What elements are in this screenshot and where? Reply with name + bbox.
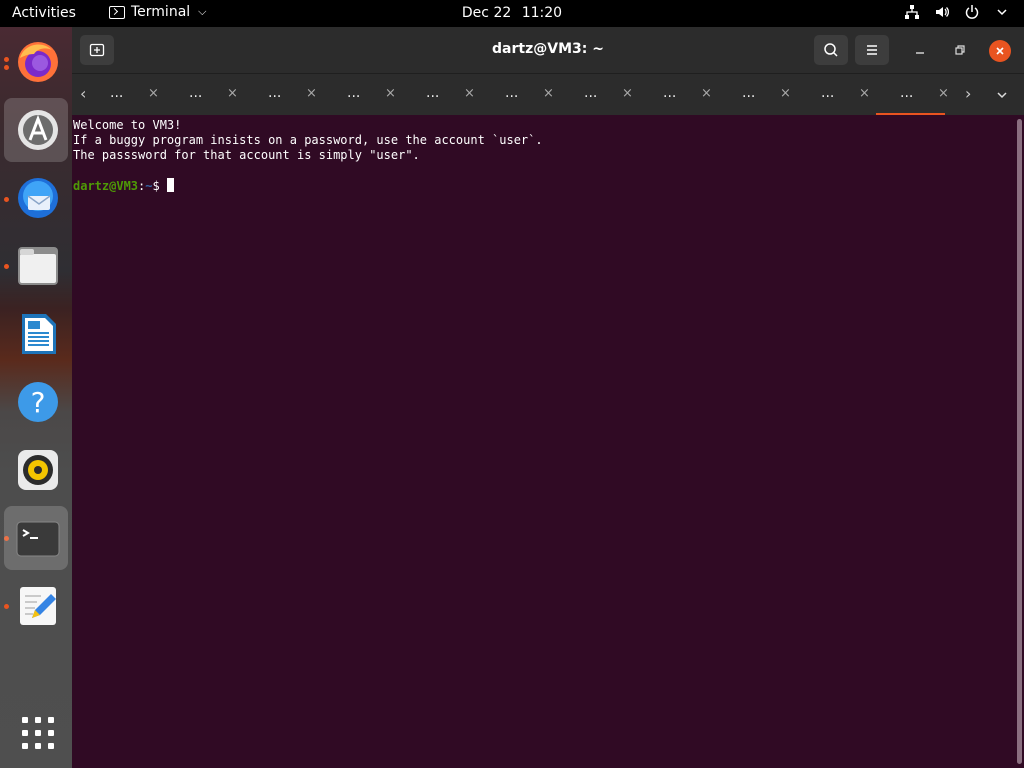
tab-label: ... <box>505 85 519 101</box>
close-tab-icon[interactable]: × <box>622 86 633 101</box>
tab-list-button[interactable] <box>996 86 1008 105</box>
scrollbar[interactable] <box>1014 115 1024 768</box>
terminal-window: dartz@VM3: ~ ‹ ... ×... ×... ×... ×... ×... ×.… <box>72 27 1024 768</box>
close-button[interactable] <box>989 40 1011 62</box>
close-tab-icon[interactable]: × <box>938 86 949 101</box>
close-tab-icon[interactable]: × <box>780 86 791 101</box>
title-bar[interactable]: dartz@VM3: ~ <box>72 27 1024 73</box>
dock-item-files[interactable] <box>4 234 68 298</box>
tab-label: ... <box>426 85 440 101</box>
restore-icon <box>955 45 965 55</box>
thunderbird-icon <box>18 178 58 218</box>
firefox-icon <box>18 42 58 82</box>
prompt-user: dartz@VM3 <box>73 179 139 193</box>
libreoffice-writer-icon <box>22 314 56 354</box>
close-icon <box>996 47 1004 55</box>
chevron-right-icon[interactable]: › <box>965 84 971 103</box>
help-icon: ? <box>18 382 58 422</box>
power-icon[interactable] <box>964 4 980 20</box>
search-icon <box>824 43 838 57</box>
files-icon <box>18 247 58 285</box>
close-tab-icon[interactable]: × <box>148 86 159 101</box>
tab[interactable]: ... × <box>718 74 797 116</box>
chevron-down-icon[interactable] <box>994 4 1010 20</box>
menu-button[interactable] <box>855 35 889 65</box>
tab-bar: ‹ ... ×... ×... ×... ×... ×... ×... ×... ×... ×..… <box>72 73 1024 116</box>
show-apps-button[interactable] <box>4 701 68 765</box>
scrollbar-thumb[interactable] <box>1017 119 1022 764</box>
tab-label: ... <box>742 85 756 101</box>
prompt-directory: ~ <box>145 179 153 193</box>
top-bar: Activities Terminal ⌵ Dec 22 11:20 <box>0 0 1024 27</box>
prompt-line: dartz@VM3:~$ <box>73 178 1013 193</box>
hamburger-menu-icon <box>867 45 877 55</box>
dock-item-software-center[interactable] <box>4 98 68 162</box>
prompt-symbol: $ <box>152 179 167 193</box>
tab-label: ... <box>663 85 677 101</box>
tab[interactable]: ... × <box>560 74 639 116</box>
close-tab-icon[interactable]: × <box>227 86 238 101</box>
close-tab-icon[interactable]: × <box>701 86 712 101</box>
minimize-icon <box>916 52 924 54</box>
system-tray[interactable] <box>904 4 1010 20</box>
tab[interactable]: ... × <box>86 74 165 116</box>
dock: ? <box>0 27 72 768</box>
dock-item-firefox[interactable] <box>4 30 68 94</box>
terminal-line: The passsword for that account is simply… <box>73 148 420 162</box>
text-cursor <box>166 178 174 192</box>
terminal-icon <box>16 521 60 557</box>
text-editor-icon <box>20 587 56 625</box>
tab-label: ... <box>900 85 914 101</box>
clock-time: 11:20 <box>521 5 563 21</box>
terminal-line: If a buggy program insists on a password… <box>73 133 543 147</box>
dock-item-thunderbird[interactable] <box>4 166 68 230</box>
close-tab-icon[interactable]: × <box>543 86 554 101</box>
dock-item-libreoffice-writer[interactable] <box>4 302 68 366</box>
chevron-down-icon <box>997 92 1007 99</box>
close-tab-icon[interactable]: × <box>464 86 475 101</box>
tab[interactable]: ... × <box>244 74 323 116</box>
dock-item-text-editor[interactable] <box>4 574 68 638</box>
dock-item-help[interactable]: ? <box>4 370 68 434</box>
tab[interactable]: ... × <box>481 74 560 116</box>
network-icon[interactable] <box>904 4 920 20</box>
svg-text:?: ? <box>31 386 46 419</box>
terminal-line: Welcome to VM3! <box>73 118 182 132</box>
maximize-button[interactable] <box>950 40 970 60</box>
dock-item-terminal[interactable] <box>4 506 68 570</box>
tab[interactable]: ... × <box>323 74 402 116</box>
tab-label: ... <box>189 85 203 101</box>
clock-date: Dec 22 <box>461 5 512 21</box>
tab[interactable]: ... × <box>876 74 955 116</box>
terminal-output[interactable]: Welcome to VM3! If a buggy program insis… <box>72 115 1014 768</box>
volume-icon[interactable] <box>934 4 950 20</box>
tab-label: ... <box>584 85 598 101</box>
tab[interactable]: ... × <box>165 74 244 116</box>
tab-label: ... <box>268 85 282 101</box>
dock-item-rhythmbox[interactable] <box>4 438 68 502</box>
tab[interactable]: ... × <box>797 74 876 116</box>
tab[interactable]: ... × <box>402 74 481 116</box>
tab[interactable]: ... × <box>639 74 718 116</box>
tab-label: ... <box>347 85 361 101</box>
rhythmbox-icon <box>18 450 58 490</box>
clock[interactable]: Dec 22 11:20 <box>0 5 1024 21</box>
minimize-button[interactable] <box>910 40 930 60</box>
close-tab-icon[interactable]: × <box>859 86 870 101</box>
tab-label: ... <box>821 85 835 101</box>
close-tab-icon[interactable]: × <box>306 86 317 101</box>
search-button[interactable] <box>814 35 848 65</box>
show-apps-icon <box>22 717 54 749</box>
close-tab-icon[interactable]: × <box>385 86 396 101</box>
tab-label: ... <box>110 85 124 101</box>
software-center-icon <box>18 110 58 150</box>
